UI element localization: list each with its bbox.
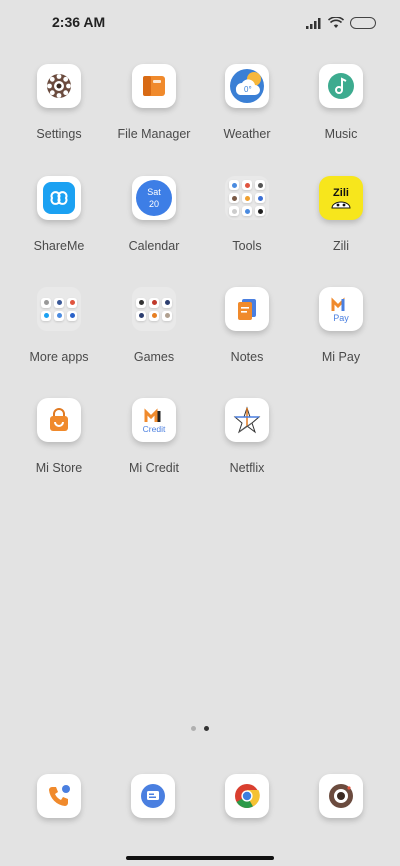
app-label: Games bbox=[133, 350, 175, 364]
app-label: Music bbox=[324, 127, 358, 141]
app-label: More apps bbox=[29, 350, 89, 364]
shareme-icon bbox=[37, 176, 81, 220]
app-mi-pay[interactable]: Pay Mi Pay bbox=[291, 287, 391, 383]
camera-icon bbox=[319, 774, 363, 818]
app-file-manager[interactable]: File Manager bbox=[104, 64, 204, 160]
folder-icon bbox=[225, 176, 269, 220]
zili-logo-text: Zili bbox=[333, 187, 349, 199]
status-icons bbox=[306, 15, 376, 31]
app-label: Mi Store bbox=[35, 461, 83, 475]
page-indicator[interactable] bbox=[0, 726, 400, 731]
app-label: Tools bbox=[232, 239, 262, 253]
phone-icon bbox=[37, 774, 81, 818]
app-weather[interactable]: 0° Weather bbox=[197, 64, 297, 160]
app-notes[interactable]: Notes bbox=[197, 287, 297, 383]
folder-icon bbox=[132, 64, 176, 108]
mi-credit-icon: Credit bbox=[132, 398, 176, 442]
folder-games[interactable]: Games bbox=[104, 287, 204, 383]
netflix-icon bbox=[225, 398, 269, 442]
folder-icon bbox=[132, 287, 176, 331]
shopping-bag-icon bbox=[37, 398, 81, 442]
app-shareme[interactable]: ShareMe bbox=[9, 176, 109, 272]
mi-credit-logo-text: Credit bbox=[143, 424, 166, 434]
app-label: File Manager bbox=[117, 127, 191, 141]
dock-phone[interactable] bbox=[37, 774, 81, 818]
dock-messages[interactable] bbox=[131, 774, 175, 818]
app-netflix[interactable]: Netflix bbox=[197, 398, 297, 494]
app-music[interactable]: Music bbox=[291, 64, 391, 160]
chrome-icon bbox=[225, 774, 269, 818]
app-label: Calendar bbox=[128, 239, 180, 253]
dock-camera[interactable] bbox=[319, 774, 363, 818]
home-indicator[interactable] bbox=[126, 856, 274, 860]
wifi-icon bbox=[328, 17, 344, 28]
status-bar: 2:36 AM bbox=[0, 0, 400, 44]
app-label: Mi Pay bbox=[321, 350, 361, 364]
notes-icon bbox=[225, 287, 269, 331]
page-dot-active[interactable] bbox=[204, 726, 209, 731]
app-label: ShareMe bbox=[33, 239, 85, 253]
messages-icon bbox=[131, 774, 175, 818]
app-label: Zili bbox=[333, 239, 349, 253]
app-zili[interactable]: Zili Zili bbox=[291, 176, 391, 272]
folder-tools[interactable]: Tools bbox=[197, 176, 297, 272]
app-label: Weather bbox=[223, 127, 271, 141]
folder-more-apps[interactable]: More apps bbox=[9, 287, 109, 383]
battery-icon bbox=[350, 17, 376, 29]
page-dot[interactable] bbox=[191, 726, 196, 731]
app-label: Netflix bbox=[229, 461, 265, 475]
weather-badge: 0° bbox=[244, 85, 252, 94]
dock-chrome[interactable] bbox=[225, 774, 269, 818]
mi-pay-logo-text: Pay bbox=[333, 313, 349, 323]
zili-icon: Zili bbox=[319, 176, 363, 220]
app-mi-store[interactable]: Mi Store bbox=[9, 398, 109, 494]
app-label: Mi Credit bbox=[128, 461, 179, 475]
app-mi-credit[interactable]: Credit Mi Credit bbox=[104, 398, 204, 494]
app-calendar[interactable]: Sat 20 Calendar bbox=[104, 176, 204, 272]
calendar-date: 20 bbox=[149, 199, 159, 209]
signal-icon bbox=[306, 18, 321, 29]
calendar-day: Sat bbox=[147, 187, 161, 197]
app-label: Notes bbox=[230, 350, 264, 364]
music-icon bbox=[319, 64, 363, 108]
status-time: 2:36 AM bbox=[52, 14, 106, 30]
calendar-icon: Sat 20 bbox=[132, 176, 176, 220]
weather-icon: 0° bbox=[225, 64, 269, 108]
app-settings[interactable]: Settings bbox=[9, 64, 109, 160]
settings-icon bbox=[37, 64, 81, 108]
mi-pay-icon: Pay bbox=[319, 287, 363, 331]
app-label: Settings bbox=[36, 127, 82, 141]
folder-icon bbox=[37, 287, 81, 331]
